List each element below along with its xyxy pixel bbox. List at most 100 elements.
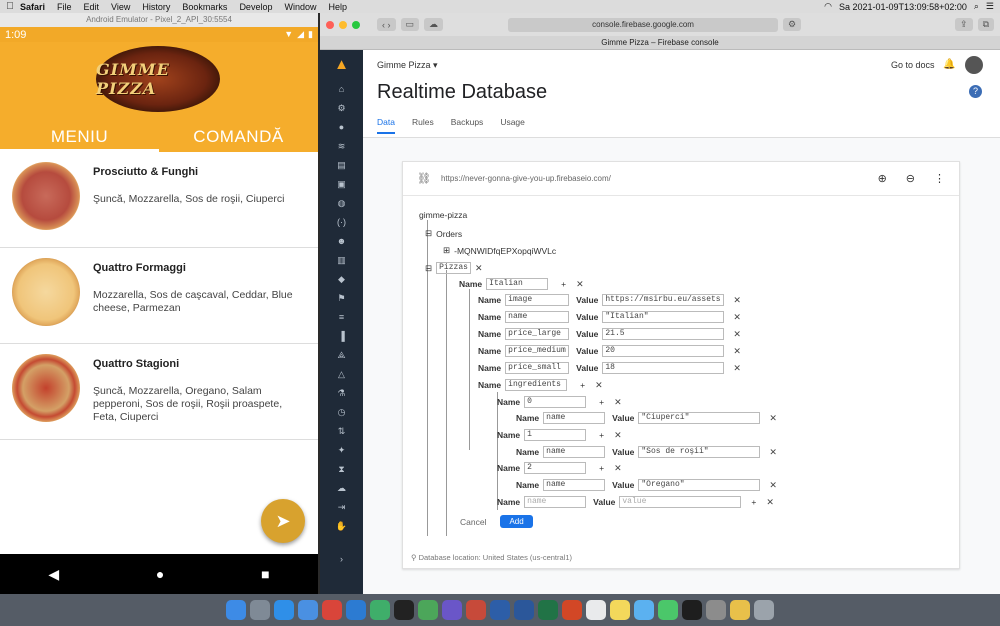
git-icon[interactable] (322, 600, 342, 620)
extension-icon[interactable]: ⚙ (783, 18, 802, 31)
orders-node[interactable]: ⊟ Orders (425, 228, 462, 239)
root-node[interactable]: gimme-pizza (419, 210, 467, 220)
delete-icon[interactable]: ✕ (475, 263, 483, 274)
tab-backups[interactable]: Backups (451, 117, 484, 134)
finder-icon[interactable] (226, 600, 246, 620)
sidebar-icon[interactable]: ▭ (400, 18, 420, 31)
name-input[interactable]: 1 (524, 429, 587, 441)
in-app-messaging-icon[interactable]: ☁ (320, 479, 363, 498)
menu-safari[interactable]: Safari (20, 2, 45, 12)
delete-icon[interactable]: ✕ (733, 295, 741, 306)
delete-icon[interactable]: ✕ (769, 447, 777, 458)
preview-icon[interactable] (634, 600, 654, 620)
home-icon[interactable]: ● (156, 566, 164, 582)
pizza-item[interactable]: Quattro Stagioni Şuncă, Mozzarella, Oreg… (0, 344, 318, 440)
chrome-icon[interactable] (298, 600, 318, 620)
functions-icon[interactable]: (·) (320, 213, 363, 232)
menu-bookmarks[interactable]: Bookmarks (182, 2, 227, 12)
send-order-button[interactable]: ➤ (261, 499, 305, 543)
minimize-window-button[interactable] (339, 20, 347, 29)
trash-icon[interactable] (754, 600, 774, 620)
help-icon[interactable]: ? (969, 85, 982, 98)
value-input[interactable]: 21.5 (602, 328, 725, 340)
extensions-icon[interactable]: ⧗ (320, 460, 363, 479)
firebase-logo-icon[interactable]: ▲ (320, 50, 363, 80)
tabs-overview-icon[interactable]: ⧉ (977, 18, 994, 31)
name-input[interactable]: 2 (524, 462, 587, 474)
vscode-icon[interactable] (346, 600, 366, 620)
delete-icon[interactable]: ✕ (733, 312, 741, 323)
word-icon[interactable] (514, 600, 534, 620)
name-input[interactable]: name (543, 446, 606, 458)
tab-rules[interactable]: Rules (412, 117, 434, 134)
delete-icon[interactable]: ✕ (769, 480, 777, 491)
add-child-icon[interactable]: + (580, 380, 585, 390)
delete-icon[interactable]: ✕ (614, 430, 622, 441)
control-center-icon[interactable]: ☰ (986, 1, 994, 12)
spotlight-icon[interactable]: ⌕ (974, 1, 979, 12)
menu-help[interactable]: Help (328, 2, 347, 12)
zoom-window-button[interactable] (352, 20, 360, 29)
name-input[interactable]: price_medium (505, 345, 570, 357)
apple-icon[interactable]:  (0, 1, 20, 12)
add-button[interactable]: Add (500, 515, 533, 528)
postman-icon[interactable] (442, 600, 462, 620)
delete-icon[interactable]: ✕ (733, 329, 741, 340)
delete-icon[interactable]: ✕ (733, 346, 741, 357)
pizzas-key-field[interactable]: Pizzas (436, 262, 471, 274)
remote-config-icon[interactable]: ⇅ (320, 422, 363, 441)
android-studio-icon[interactable] (370, 600, 390, 620)
release-icon[interactable]: ⚑ (320, 289, 363, 308)
delete-icon[interactable]: ✕ (614, 463, 622, 474)
value-input[interactable]: "Oregano" (638, 479, 761, 491)
delete-icon[interactable]: ✕ (733, 363, 741, 374)
name-input[interactable]: 0 (524, 396, 587, 408)
expand-icon[interactable]: ⊞ (443, 245, 450, 256)
authentication-icon[interactable]: ● (320, 118, 363, 137)
collapse-sidebar-icon[interactable]: › (320, 550, 363, 569)
name-input[interactable]: ingredients (505, 379, 568, 391)
go-to-docs-link[interactable]: Go to docs (891, 60, 935, 70)
remove-node-icon[interactable]: ⊖ (906, 172, 915, 185)
pizza-item[interactable]: Prosciutto & Funghi Şuncă, Mozzarella, S… (0, 152, 318, 248)
name-input[interactable]: name (543, 412, 606, 424)
notes-icon[interactable] (610, 600, 630, 620)
value-input[interactable]: 18 (602, 362, 725, 374)
settings-icon[interactable]: ⚙ (320, 99, 363, 118)
tab-comanda[interactable]: COMANDĂ (159, 125, 318, 152)
share-icon[interactable]: ⇪ (955, 18, 973, 31)
name-input[interactable]: image (505, 294, 570, 306)
misc-app-icon[interactable] (730, 600, 750, 620)
app-distribution-icon[interactable]: ⟁ (320, 346, 363, 365)
add-child-icon[interactable]: + (751, 497, 756, 507)
home-icon[interactable]: ⌂ (320, 80, 363, 99)
notifications-icon[interactable]: 🔔 (943, 59, 955, 70)
mongodb-icon[interactable] (418, 600, 438, 620)
menu-window[interactable]: Window (284, 2, 316, 12)
launchpad-icon[interactable] (250, 600, 270, 620)
delete-icon[interactable]: ✕ (595, 380, 603, 391)
intellij-icon[interactable] (394, 600, 414, 620)
add-child-icon[interactable]: + (599, 463, 604, 473)
project-selector[interactable]: Gimme Pizza ▾ (377, 60, 438, 71)
collapse-icon[interactable]: ⊟ (425, 263, 432, 274)
delete-icon[interactable]: ✕ (766, 497, 774, 508)
storage-icon[interactable]: ▣ (320, 175, 363, 194)
safari-tab-title[interactable]: Gimme Pizza – Firebase console (320, 36, 1000, 50)
firestore-icon[interactable]: ≋ (320, 137, 363, 156)
name-input[interactable]: price_large (505, 328, 570, 340)
delete-icon[interactable]: ✕ (576, 279, 584, 290)
back-forward-buttons[interactable]: ‹ › (377, 18, 396, 31)
tab-usage[interactable]: Usage (500, 117, 525, 134)
name-input[interactable]: name (543, 479, 606, 491)
recents-icon[interactable]: ■ (261, 566, 269, 582)
menu-edit[interactable]: Edit (84, 2, 100, 12)
ml-icon[interactable]: ☻ (320, 232, 363, 251)
value-input[interactable]: "Ciuperci" (638, 412, 761, 424)
clock[interactable]: Sa 2021-01-09T13:09:58+02:00 (839, 2, 967, 12)
app-icon[interactable] (466, 600, 486, 620)
performance-icon[interactable]: ≡ (320, 308, 363, 327)
powerpoint-icon[interactable] (562, 600, 582, 620)
wifi-icon[interactable]: ◠ (824, 1, 832, 12)
icloud-icon[interactable]: ☁ (424, 18, 444, 31)
